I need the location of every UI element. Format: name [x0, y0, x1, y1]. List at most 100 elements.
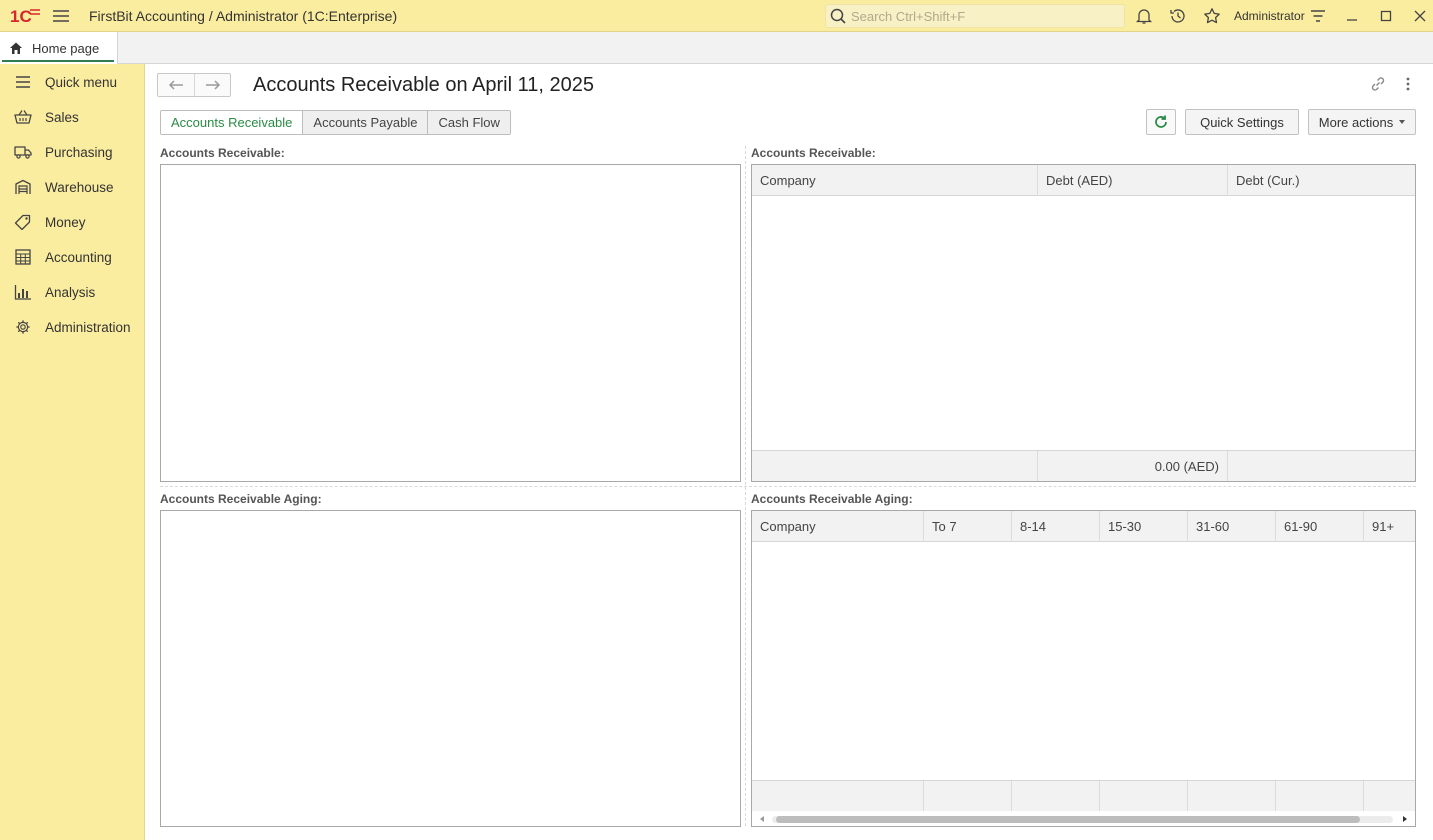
back-button[interactable]	[158, 74, 194, 96]
ar-chart-label: Accounts Receivable:	[160, 146, 285, 160]
app-title: FirstBit Accounting / Administrator (1C:…	[89, 8, 398, 24]
column-header-debt-aed[interactable]: Debt (AED)	[1038, 165, 1228, 196]
user-name[interactable]: Administrator	[1234, 9, 1305, 23]
footer-cell	[1276, 781, 1364, 811]
list-icon	[16, 76, 30, 88]
footer-cell	[924, 781, 1012, 811]
sidebar-item-analysis[interactable]: Analysis	[0, 275, 144, 310]
column-header-company[interactable]: Company	[752, 511, 924, 542]
sidebar-item-warehouse[interactable]: Warehouse	[0, 170, 144, 205]
1c-logo-icon[interactable]: 1C	[10, 6, 42, 26]
close-icon[interactable]	[1411, 7, 1429, 25]
sidebar-item-label: Analysis	[45, 285, 96, 300]
sidebar-item-quick-menu[interactable]: Quick menu	[0, 65, 144, 100]
sidebar-item-label: Money	[45, 215, 86, 230]
forward-button[interactable]	[194, 74, 230, 96]
page-title: Accounts Receivable on April 11, 2025	[253, 74, 594, 96]
sidebar: Quick menu Sales Purchasing Warehouse Mo…	[0, 64, 145, 840]
money-tag-icon	[14, 214, 31, 230]
more-actions-button[interactable]: More actions	[1308, 109, 1416, 135]
gear-icon	[16, 320, 30, 334]
title-bar: 1C FirstBit Accounting / Administrator (…	[0, 0, 1433, 32]
sidebar-item-label: Administration	[45, 320, 131, 335]
tab-home-page-label: Home page	[32, 40, 100, 56]
sidebar-item-label: Accounting	[45, 250, 112, 265]
truck-icon	[14, 146, 32, 159]
star-icon[interactable]	[1203, 7, 1221, 25]
aging-chart-area[interactable]	[160, 510, 741, 827]
chevron-down-icon	[1399, 120, 1406, 124]
ar-table-label: Accounts Receivable:	[751, 146, 876, 160]
scroll-left-icon[interactable]	[760, 816, 764, 822]
search-icon	[830, 8, 846, 24]
bell-icon[interactable]	[1135, 7, 1153, 25]
column-header-15-30[interactable]: 15-30	[1100, 511, 1188, 542]
sidebar-item-label: Quick menu	[45, 75, 118, 90]
basket-icon	[14, 110, 32, 124]
horizontal-divider[interactable]	[160, 486, 1416, 487]
sidebar-item-purchasing[interactable]: Purchasing	[0, 135, 144, 170]
column-header-91-plus[interactable]: 91+	[1364, 511, 1415, 542]
column-header-to-7[interactable]: To 7	[924, 511, 1012, 542]
sidebar-item-accounting[interactable]: Accounting	[0, 240, 144, 275]
horizontal-scrollbar[interactable]	[752, 812, 1415, 826]
tab-home-page[interactable]: Home page	[0, 32, 118, 64]
footer-cell	[1012, 781, 1100, 811]
footer-total-debt-aed: 0.00 (AED)	[1038, 451, 1228, 481]
ar-table-header: Company Debt (AED) Debt (Cur.)	[752, 165, 1415, 196]
column-header-company[interactable]: Company	[752, 165, 1038, 196]
footer-cell	[1228, 451, 1415, 481]
more-vertical-icon[interactable]	[1402, 75, 1414, 93]
ar-table-footer: 0.00 (AED)	[752, 450, 1415, 481]
refresh-icon	[1155, 115, 1167, 128]
segment-cash-flow[interactable]: Cash Flow	[428, 111, 510, 134]
column-header-8-14[interactable]: 8-14	[1012, 511, 1100, 542]
history-icon[interactable]	[1169, 7, 1187, 25]
footer-cell	[752, 781, 924, 811]
aging-table-footer	[752, 780, 1415, 811]
svg-text:1C: 1C	[10, 7, 32, 26]
footer-cell	[1100, 781, 1188, 811]
aging-table[interactable]: Company To 7 8-14 15-30 31-60 61-90 91+	[751, 510, 1416, 827]
column-header-debt-cur[interactable]: Debt (Cur.)	[1228, 165, 1415, 196]
minimize-icon[interactable]	[1343, 7, 1361, 25]
search-input[interactable]	[851, 8, 1111, 24]
footer-cell	[752, 451, 1038, 481]
link-icon[interactable]	[1369, 75, 1387, 93]
more-actions-label: More actions	[1318, 114, 1394, 130]
home-icon	[10, 42, 22, 54]
scroll-right-icon[interactable]	[1403, 816, 1407, 822]
sidebar-item-label: Sales	[45, 110, 79, 125]
main-content: Accounts Receivable on April 11, 2025 Ac…	[145, 64, 1433, 840]
arrow-left-icon	[168, 80, 183, 90]
aging-chart-label: Accounts Receivable Aging:	[160, 492, 322, 506]
sidebar-item-label: Purchasing	[45, 145, 113, 160]
warehouse-icon	[15, 179, 31, 194]
ar-table[interactable]: Company Debt (AED) Debt (Cur.) 0.00 (AED…	[751, 164, 1416, 482]
bar-chart-icon	[14, 285, 31, 300]
column-header-61-90[interactable]: 61-90	[1276, 511, 1364, 542]
refresh-button[interactable]	[1146, 109, 1176, 135]
sidebar-item-administration[interactable]: Administration	[0, 310, 144, 345]
hamburger-menu-icon[interactable]	[52, 8, 70, 24]
segment-accounts-payable[interactable]: Accounts Payable	[303, 111, 429, 134]
history-nav	[157, 73, 231, 97]
search-box[interactable]	[825, 4, 1125, 28]
aging-table-label: Accounts Receivable Aging:	[751, 492, 913, 506]
sidebar-item-label: Warehouse	[45, 180, 114, 195]
ar-chart-area[interactable]	[160, 164, 741, 482]
segment-accounts-receivable[interactable]: Accounts Receivable	[161, 111, 304, 134]
arrow-right-icon	[205, 80, 220, 90]
quick-settings-button[interactable]: Quick Settings	[1185, 109, 1299, 135]
maximize-icon[interactable]	[1377, 7, 1395, 25]
footer-cell	[1364, 781, 1415, 811]
scroll-thumb[interactable]	[776, 816, 1360, 823]
report-type-switch: Accounts Receivable Accounts Payable Cas…	[160, 110, 511, 135]
footer-cell	[1188, 781, 1276, 811]
filter-icon[interactable]	[1309, 7, 1327, 25]
sidebar-item-sales[interactable]: Sales	[0, 100, 144, 135]
sidebar-item-money[interactable]: Money	[0, 205, 144, 240]
aging-table-header: Company To 7 8-14 15-30 31-60 61-90 91+	[752, 511, 1415, 542]
column-header-31-60[interactable]: 31-60	[1188, 511, 1276, 542]
calculator-icon	[15, 249, 31, 265]
